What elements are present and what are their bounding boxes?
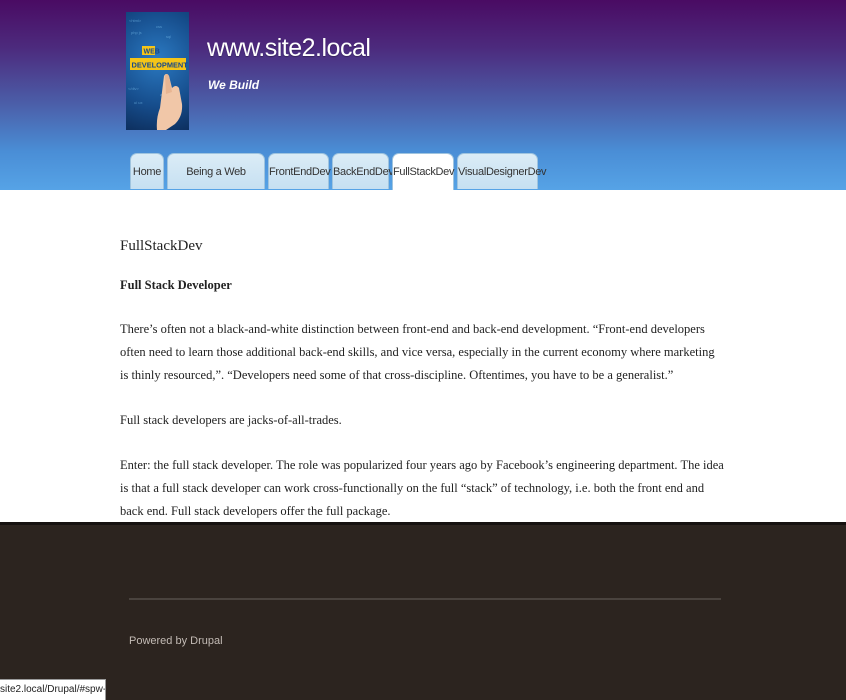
svg-text:css: css xyxy=(156,24,162,29)
article-paragraph: Full stack developers are jacks-of-all-t… xyxy=(120,413,342,427)
tab-home[interactable]: Home xyxy=(130,153,164,189)
tab-visualdesignerdev[interactable]: VisualDesignerDev xyxy=(457,153,547,189)
svg-text:</div>: </div> xyxy=(128,86,140,91)
site-slogan: We Build xyxy=(208,78,260,92)
main-content: FullStackDev Full Stack Developer There’… xyxy=(0,190,846,522)
svg-text:ui ux: ui ux xyxy=(134,100,142,105)
svg-text:DEVELOPMENT: DEVELOPMENT xyxy=(132,61,189,70)
tab-fullstackdev[interactable]: FullStackDev xyxy=(392,153,455,190)
article-paragraph: There’s often not a black-and-white dist… xyxy=(120,322,715,382)
logo-graphic: <html> css php js sql </div> api ui ux W… xyxy=(128,18,189,130)
site-name[interactable]: www.site2.local xyxy=(207,34,371,63)
content-divider xyxy=(0,522,846,525)
tab-being-a-web-developer[interactable]: Being a Web Developer xyxy=(167,153,265,214)
site-header: <html> css php js sql </div> api ui ux W… xyxy=(0,0,846,214)
svg-text:WEB: WEB xyxy=(144,49,160,56)
tab-frontenddev[interactable]: FrontEndDev xyxy=(268,153,331,189)
svg-text:sql: sql xyxy=(166,34,171,39)
browser-status-url: site2.local/Drupal/#spw-psn3 xyxy=(0,679,106,700)
tab-backenddev[interactable]: BackEndDev xyxy=(332,153,394,189)
page-title: FullStackDev xyxy=(120,238,203,254)
article-paragraph: Enter: the full stack developer. The rol… xyxy=(120,458,724,518)
footer-divider xyxy=(129,598,721,600)
svg-text:php js: php js xyxy=(131,30,142,35)
powered-by-drupal-link[interactable]: Powered by Drupal xyxy=(129,635,223,647)
svg-text:<html>: <html> xyxy=(129,18,142,23)
article-subtitle: Full Stack Developer xyxy=(120,278,232,292)
site-logo[interactable]: <html> css php js sql </div> api ui ux W… xyxy=(126,12,189,130)
